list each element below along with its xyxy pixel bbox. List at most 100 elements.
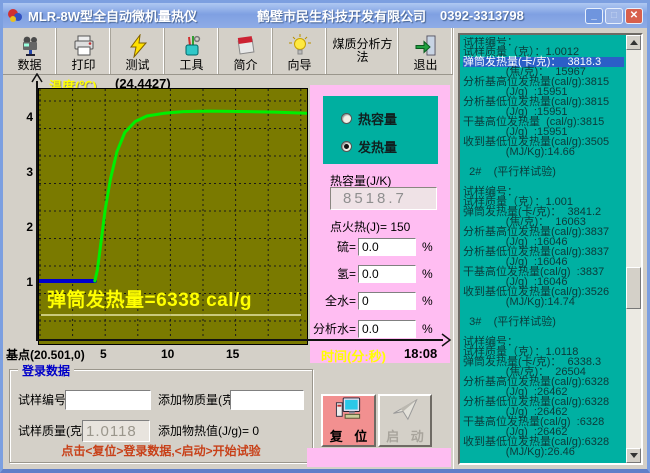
toolbar-label: 测试 — [125, 59, 149, 72]
book-icon — [234, 33, 258, 59]
hydrogen-input[interactable] — [358, 265, 416, 283]
scrollbar-thumb[interactable] — [626, 267, 641, 309]
toolbar-label: 退出 — [413, 59, 437, 72]
baseline-marker-line — [41, 314, 301, 316]
toolbar-button-exit[interactable]: 退出 — [399, 28, 453, 74]
y-tick-label: 2 — [17, 220, 33, 234]
company-name: 鹤壁市民生科技开发有限公司 — [257, 6, 426, 25]
title-bar: MLR-8W型全自动微机量热仪 鹤壁市民生科技开发有限公司 0392-33137… — [3, 3, 647, 28]
total-moisture-input[interactable] — [358, 292, 416, 310]
toolbar-button-intro[interactable]: 简介 — [219, 28, 273, 74]
printer-icon — [72, 33, 96, 59]
mode-option-heat-capacity[interactable]: 热容量 — [341, 109, 397, 128]
login-data-group: 登录数据 试样编号 添加物质量(克) 试样质量(克) 添加物热值(J/g)= 0… — [9, 369, 313, 463]
additive-mass-label: 添加物质量(克) — [158, 390, 238, 410]
login-group-title: 登录数据 — [18, 362, 74, 379]
toolbar-button-test[interactable]: 测试 — [111, 28, 165, 74]
scrollbar[interactable] — [626, 35, 641, 463]
arrow-down-icon — [630, 453, 638, 458]
x-tick-label: 15 — [226, 347, 239, 361]
toolbar-button-print[interactable]: 打印 — [57, 28, 111, 74]
radio-unselected-icon[interactable] — [341, 113, 352, 124]
x-tick-label: 5 — [100, 347, 107, 361]
toolbar-label: 简介 — [233, 59, 257, 72]
operation-hint: 点击<复位>登录数据,<启动>开始试验 — [10, 442, 312, 459]
toolbar-button-tools[interactable]: 工具 — [165, 28, 219, 74]
toolbar-label: 煤质分析方法 — [333, 38, 393, 64]
computer-icon — [333, 396, 365, 425]
lightning-icon — [126, 33, 150, 59]
arrow-up-icon — [630, 40, 638, 45]
maximize-button[interactable]: □ — [605, 8, 623, 24]
sample-mass-label: 试样质量(克) — [18, 421, 86, 441]
mode-option-label: 热容量 — [358, 109, 397, 128]
sample-id-input[interactable] — [65, 390, 151, 410]
paper-plane-icon — [389, 396, 421, 425]
y-tick-label: 3 — [17, 165, 33, 179]
toolbar-label: 数据 — [17, 59, 41, 72]
company-phone: 0392-3313798 — [440, 8, 524, 23]
y-tick-label: 1 — [17, 275, 33, 289]
series-temperature-rise — [95, 111, 307, 281]
scroll-up-button[interactable] — [626, 35, 641, 50]
mode-selector-box: 热容量 发热量 — [323, 96, 438, 164]
report-line[interactable]: (MJ/Kg):14.66 — [463, 147, 624, 157]
y-tick-label: 4 — [17, 110, 33, 124]
toolbar-button-wizard[interactable]: 向导 — [273, 28, 327, 74]
sulfur-input[interactable] — [358, 238, 416, 256]
analysis-moisture-input[interactable] — [358, 320, 416, 338]
toolbar-button-data[interactable]: 数据 — [3, 28, 57, 74]
percent-unit: % — [422, 265, 433, 283]
app-icon — [7, 8, 23, 24]
tools-icon — [180, 33, 204, 59]
control-panel: 热容量 发热量 热容量(J/K) 8518.7 点火热(J)= 150 硫= %… — [310, 85, 450, 363]
report-line[interactable]: 3# (平行样试验) — [463, 317, 624, 327]
additive-mass-input[interactable] — [230, 390, 304, 410]
start-button-label: 启 动 — [382, 426, 428, 445]
chart-region: 温度(℃) (24.4427) 弹筒发热量=6338 cal/g 4 3 2 1… — [3, 75, 453, 362]
total-moisture-label: 全水= — [310, 292, 356, 310]
percent-unit: % — [422, 292, 433, 310]
report-lines: 试样编号：试样质量（克）：1.0012弹筒发热量(卡/克)： 3818.3 (焦… — [463, 37, 624, 463]
x-tick-label: 10 — [161, 347, 174, 361]
elapsed-time-value: 18:08 — [404, 346, 437, 361]
report-line[interactable]: 2# (平行样试验) — [463, 167, 624, 177]
close-button[interactable]: ✕ — [625, 8, 643, 24]
percent-unit: % — [422, 238, 433, 256]
radio-selected-icon[interactable] — [341, 141, 352, 152]
toolbar-label: 打印 — [71, 59, 95, 72]
camera-icon — [18, 33, 42, 59]
toolbar-label: 向导 — [287, 59, 311, 72]
minimize-button[interactable]: _ — [585, 8, 603, 24]
exit-icon — [414, 33, 438, 59]
mode-option-label: 发热量 — [358, 137, 397, 156]
heat-capacity-value: 8518.7 — [330, 187, 437, 210]
temperature-plot: 弹筒发热量=6338 cal/g — [38, 88, 308, 345]
toolbar-button-coal-analysis[interactable]: 煤质分析方法 — [327, 28, 399, 74]
reset-button[interactable]: 复 位 — [321, 394, 376, 447]
additive-heat-label: 添加物热值(J/g)= 0 — [158, 421, 259, 441]
sulfur-label: 硫= — [310, 238, 356, 256]
base-point-label: 基点(20.501,0) — [6, 346, 85, 363]
sample-mass-input[interactable] — [82, 420, 150, 442]
heat-result-annotation: 弹筒发热量=6338 cal/g — [47, 285, 252, 312]
results-listbox[interactable]: 试样编号：试样质量（克）：1.0012弹筒发热量(卡/克)： 3818.3 (焦… — [458, 33, 643, 465]
analysis-moisture-label: 分析水= — [310, 320, 356, 338]
sample-id-label: 试样编号 — [18, 390, 66, 410]
bottom-area: 登录数据 试样编号 添加物质量(克) 试样质量(克) 添加物热值(J/g)= 0… — [3, 362, 453, 470]
window-title: MLR-8W型全自动微机量热仪 — [28, 6, 197, 25]
percent-unit: % — [422, 320, 433, 338]
hydrogen-label: 氢= — [310, 265, 356, 283]
report-panel: 试样编号：试样质量（克）：1.0012弹筒发热量(卡/克)： 3818.3 (焦… — [453, 28, 647, 471]
scroll-down-button[interactable] — [626, 448, 641, 463]
ignition-heat-label: 点火热(J)= 150 — [330, 218, 410, 235]
x-axis-line — [36, 339, 443, 341]
mode-option-calorific-value[interactable]: 发热量 — [341, 137, 397, 156]
report-line[interactable]: (MJ/Kg):26.46 — [463, 447, 624, 457]
toolbar-label: 工具 — [179, 59, 203, 72]
toolbar: 数据 打印 测试 工具 — [3, 28, 453, 75]
start-button[interactable]: 启 动 — [378, 394, 432, 447]
x-axis-arrow-icon — [440, 332, 452, 348]
report-line[interactable]: (MJ/Kg):14.74 — [463, 297, 624, 307]
reset-button-label: 复 位 — [326, 426, 372, 445]
